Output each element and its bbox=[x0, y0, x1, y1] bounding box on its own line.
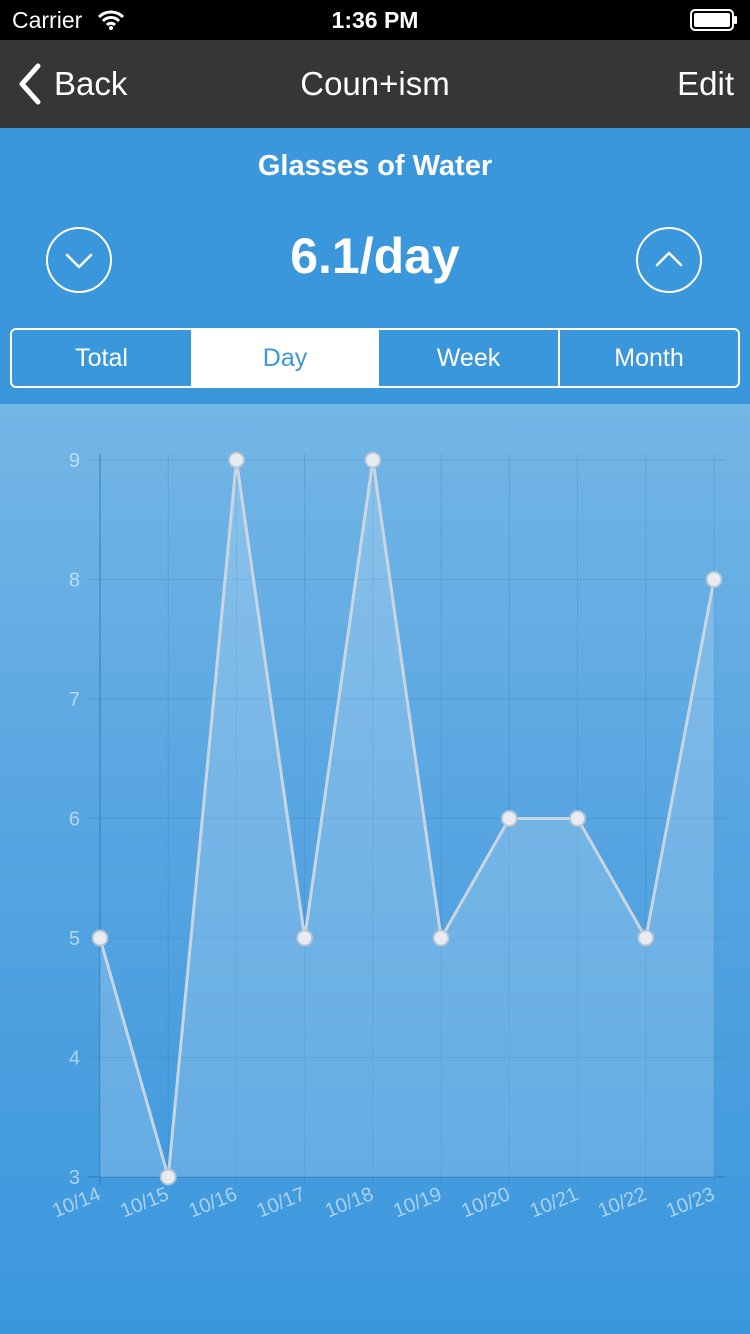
x-tick-label: 10/21 bbox=[527, 1183, 582, 1222]
data-point bbox=[159, 1168, 177, 1186]
chevron-up-icon bbox=[655, 251, 683, 267]
tab-total[interactable]: Total bbox=[12, 330, 191, 386]
x-tick-label: 10/14 bbox=[49, 1183, 104, 1222]
navigation-bar: Back Coun+ism Edit bbox=[0, 40, 750, 128]
x-tick-label: 10/16 bbox=[186, 1183, 241, 1222]
x-tick-label: 10/17 bbox=[254, 1183, 309, 1222]
battery-icon bbox=[690, 9, 737, 31]
increment-button[interactable] bbox=[636, 227, 702, 293]
edit-button[interactable]: Edit bbox=[677, 65, 734, 103]
period-segmented-control: Total Day Week Month bbox=[10, 328, 740, 388]
tab-month[interactable]: Month bbox=[558, 330, 738, 386]
line-chart: 3 4 5 6 7 8 9 10/14 10/15 10/16 10/17 10/18 10/19 10/… bbox=[49, 450, 726, 1222]
x-tick-label: 10/15 bbox=[117, 1183, 172, 1222]
data-point bbox=[569, 810, 587, 827]
tab-week[interactable]: Week bbox=[377, 330, 558, 386]
data-point bbox=[296, 929, 314, 947]
status-bar: Carrier 1:36 PM bbox=[0, 0, 750, 40]
y-tick-label: 6 bbox=[69, 809, 80, 831]
x-tick-label: 10/20 bbox=[459, 1183, 514, 1222]
data-point bbox=[500, 810, 518, 827]
y-tick-label: 9 bbox=[69, 450, 80, 472]
y-tick-label: 5 bbox=[69, 928, 80, 950]
counter-title: Glasses of Water bbox=[257, 150, 493, 182]
y-tick-label: 7 bbox=[69, 689, 80, 711]
data-point bbox=[637, 929, 655, 947]
data-point bbox=[227, 451, 245, 469]
data-point bbox=[432, 929, 450, 947]
x-tick-label: 10/19 bbox=[390, 1183, 445, 1222]
data-point bbox=[364, 451, 382, 469]
y-tick-label: 8 bbox=[69, 570, 80, 592]
y-tick-label: 3 bbox=[69, 1167, 80, 1189]
nav-title: Coun+ism bbox=[300, 65, 450, 102]
x-tick-label: 10/23 bbox=[663, 1183, 718, 1222]
data-point bbox=[705, 571, 723, 588]
chart-area: 3 4 5 6 7 8 9 10/14 10/15 10/16 10/17 10/18 10/19 10/… bbox=[0, 404, 750, 1334]
data-point bbox=[91, 929, 109, 947]
tab-day[interactable]: Day bbox=[191, 330, 377, 386]
status-time: 1:36 PM bbox=[331, 7, 419, 33]
x-tick-label: 10/18 bbox=[322, 1183, 377, 1222]
y-tick-label: 4 bbox=[69, 1048, 80, 1070]
x-tick-label: 10/22 bbox=[595, 1183, 650, 1222]
